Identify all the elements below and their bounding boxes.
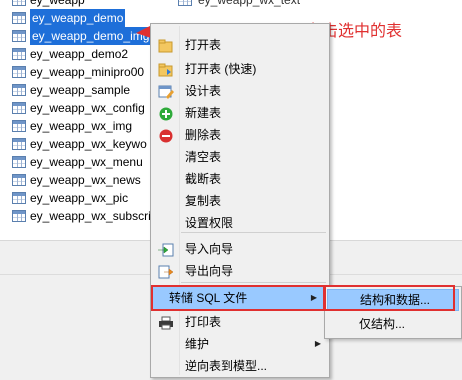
table-item[interactable]: ey_weapp_wx_pic xyxy=(0,189,150,207)
menu-separator xyxy=(181,282,326,283)
table-icon xyxy=(12,84,26,96)
table-item-label: ey_weapp_wx_img xyxy=(30,119,133,133)
print-icon xyxy=(158,315,174,330)
table-icon xyxy=(12,30,26,42)
new-table-icon xyxy=(158,106,174,121)
table-item-label: ey_weapp_wx_news xyxy=(30,173,141,187)
menu-item-export-wizard[interactable]: 导出向导 xyxy=(151,260,329,282)
menu-item-label: 打开表 (快速) xyxy=(185,62,257,76)
menu-item-label: 删除表 xyxy=(185,128,222,142)
table-item-label: ey_weapp_wx_subscri xyxy=(30,209,151,223)
table-icon xyxy=(12,120,26,132)
menu-item-label: 逆向表到模型... xyxy=(185,359,268,373)
table-icon xyxy=(12,12,26,24)
highlight-box-dump-sql xyxy=(151,285,325,311)
submenu-item-label: 仅结构... xyxy=(359,317,406,331)
table-icon xyxy=(12,192,26,204)
menu-item-set-permissions[interactable]: 设置权限 xyxy=(151,212,329,234)
table-icon xyxy=(12,174,26,186)
design-table-icon xyxy=(158,84,174,99)
table-item[interactable]: ey_weapp_demo_img xyxy=(0,27,152,45)
table-item-label: ey_weapp_demo_img xyxy=(30,27,152,45)
menu-item-label: 维护 xyxy=(185,337,210,351)
menu-item-label: 新建表 xyxy=(185,106,222,120)
menu-item-truncate-table[interactable]: 截断表 xyxy=(151,168,329,190)
context-menu: 打开表打开表 (快速) 设计表新建表删除表清空表截断表复制表设置权限导入向导导出向… xyxy=(150,23,330,378)
table-icon xyxy=(12,102,26,114)
menu-item-reverse-table-to-model[interactable]: 逆向表到模型... xyxy=(151,355,329,377)
menu-item-delete-table[interactable]: 删除表 xyxy=(151,124,329,146)
table-tree: ey_weapp ey_weapp_demo ey_weapp_demo_imgey… xyxy=(0,0,152,240)
menu-item-print-table[interactable]: 打印表 xyxy=(151,311,329,333)
table-item[interactable]: ey_weapp_wx_img xyxy=(0,117,150,135)
table-item-label: ey_weapp_wx_config xyxy=(30,101,145,115)
table-item-label: ey_weapp_sample xyxy=(30,83,131,97)
menu-item-open-table[interactable]: 打开表 xyxy=(151,34,329,56)
table-item-label: ey_weapp_minipro00 xyxy=(30,65,145,79)
table-icon xyxy=(12,48,26,60)
submenu-item-structure-only[interactable]: 仅结构... xyxy=(327,313,459,335)
menu-item-design-table[interactable]: 设计表 xyxy=(151,80,329,102)
table-item-label: ey_weapp xyxy=(30,0,85,7)
delete-table-icon xyxy=(158,128,174,143)
menu-separator xyxy=(181,232,326,233)
table-icon xyxy=(12,210,26,222)
menu-item-label: 打印表 xyxy=(185,315,222,329)
menu-item-open-table-fast[interactable]: 打开表 (快速) xyxy=(151,58,329,80)
table-item[interactable]: ey_weapp_wx_keywo xyxy=(0,135,150,153)
table-item[interactable]: ey_weapp_demo xyxy=(0,9,150,27)
table-item[interactable]: ey_weapp xyxy=(0,0,150,9)
menu-item-import-wizard[interactable]: 导入向导 xyxy=(151,238,329,260)
highlight-box-structure-and-data xyxy=(324,285,455,311)
table-icon xyxy=(12,66,26,78)
table-item-label: ey_weapp_wx_pic xyxy=(30,191,129,205)
menu-item-label: 设计表 xyxy=(185,84,222,98)
table-item[interactable]: ey_weapp_wx_config xyxy=(0,99,150,117)
menu-item-label: 导入向导 xyxy=(185,242,234,256)
table-item[interactable]: ey_weapp_wx_news xyxy=(0,171,150,189)
menu-item-empty-table[interactable]: 清空表 xyxy=(151,146,329,168)
menu-item-label: 设置权限 xyxy=(185,216,234,230)
menu-item-label: 打开表 xyxy=(185,38,222,52)
table-item[interactable]: ey_weapp_demo2 xyxy=(0,45,150,63)
open-table-fast-icon xyxy=(158,62,174,77)
menu-item-new-table[interactable]: 新建表 xyxy=(151,102,329,124)
menu-item-label: 清空表 xyxy=(185,150,222,164)
import-wizard-icon xyxy=(158,242,174,257)
menu-item-label: 导出向导 xyxy=(185,264,234,278)
table-icon xyxy=(12,138,26,150)
table-item[interactable]: ey_weapp_wx_menu xyxy=(0,153,150,171)
submenu-arrow-icon: ▶ xyxy=(314,339,321,348)
menu-item-maintain[interactable]: 维护 ▶ xyxy=(151,333,329,355)
menu-item-label: 复制表 xyxy=(185,194,222,208)
table-icon xyxy=(12,0,26,6)
menu-item-label: 截断表 xyxy=(185,172,222,186)
table-item-label: ey_weapp_wx_text xyxy=(198,0,301,7)
table-item-label: ey_weapp_demo2 xyxy=(30,47,129,61)
menu-item-duplicate-table[interactable]: 复制表 xyxy=(151,190,329,212)
open-table-icon xyxy=(158,38,174,53)
table-item-label: ey_weapp_wx_keywo xyxy=(30,137,147,151)
table-icon xyxy=(12,156,26,168)
table-item[interactable]: ey_weapp_minipro00 xyxy=(0,63,150,81)
table-item-label: ey_weapp_wx_menu xyxy=(30,155,143,169)
table-item[interactable]: ey_weapp_wx_subscri xyxy=(0,207,151,225)
export-wizard-icon xyxy=(158,264,174,279)
table-item-label: ey_weapp_demo xyxy=(30,9,126,27)
table-icon xyxy=(178,0,192,6)
table-item[interactable]: ey_weapp_sample xyxy=(0,81,150,99)
